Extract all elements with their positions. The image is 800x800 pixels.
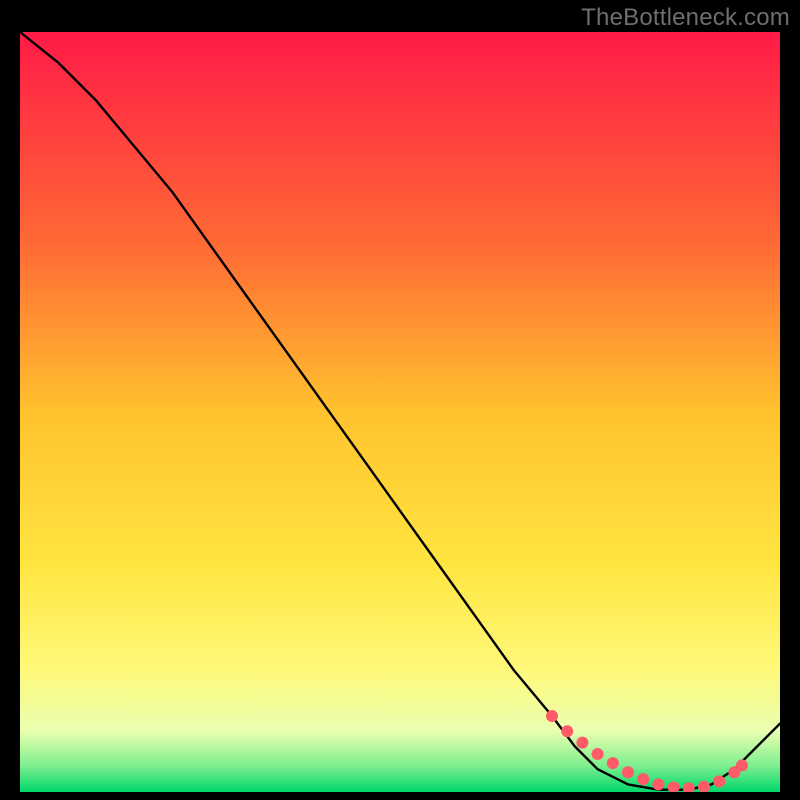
watermark-text: TheBottleneck.com [581,4,790,32]
marker-dot [546,710,558,722]
marker-dot [652,778,664,790]
marker-dot [576,737,588,749]
chart-svg [20,32,780,792]
bottleneck-chart [20,32,780,792]
marker-dot [607,757,619,769]
chart-frame: TheBottleneck.com [0,0,800,800]
marker-dot [622,766,634,778]
marker-dot [561,725,573,737]
marker-dot [592,748,604,760]
marker-dot [637,773,649,785]
marker-dot [736,759,748,771]
marker-dot [713,775,725,787]
